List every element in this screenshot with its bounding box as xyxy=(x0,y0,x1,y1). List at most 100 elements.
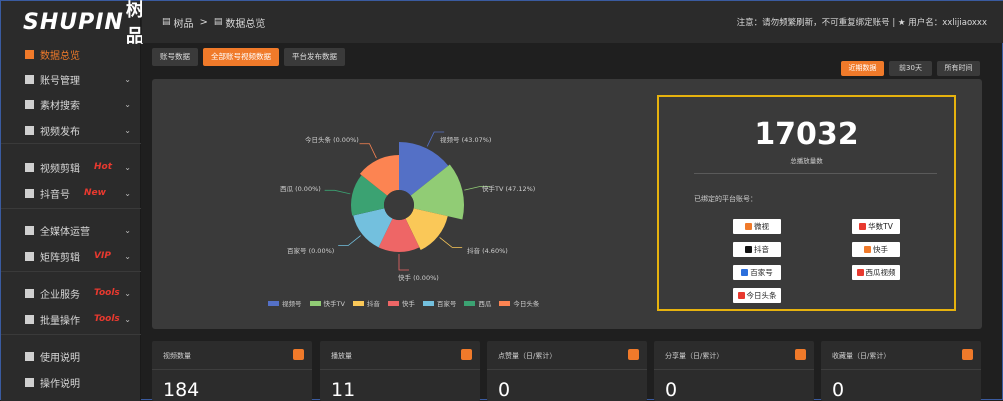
sidebar-item-tag: Tools xyxy=(94,288,120,298)
metric-card-plays: 播放量 11 xyxy=(320,341,480,401)
breadcrumb-current: 数据总览 xyxy=(225,18,266,30)
sidebar-item-label: 视频发布 xyxy=(40,126,80,138)
platform-badge-xigua[interactable]: 西瓜视频 xyxy=(852,265,900,280)
pie-svg xyxy=(324,131,490,271)
chevron-down-icon: ⌄ xyxy=(124,99,131,109)
pie-legend: 视频号 快手TV 抖音 快手 百家号 西瓜 今日头条 xyxy=(268,298,539,308)
sidebar-item[interactable]: 抖音号 New ⌄ xyxy=(1,182,141,204)
legend-label: 快手 xyxy=(401,300,415,308)
legend-item[interactable]: 抖音 xyxy=(352,298,380,308)
sidebar-item-label: 使用说明 xyxy=(40,352,80,364)
metric-card-videos: 视频数量 184 xyxy=(152,341,312,401)
chevron-down-icon: ⌄ xyxy=(124,162,131,172)
total-count: 17032 xyxy=(754,117,859,152)
sidebar-item-label: 账号管理 xyxy=(40,75,80,87)
platform-badge-kuaishou[interactable]: 快手 xyxy=(852,242,900,257)
metric-value: 184 xyxy=(163,379,200,401)
enterprise-icon xyxy=(25,288,34,298)
chevron-down-icon: ⌄ xyxy=(124,314,131,324)
tab-platform-data[interactable]: 平台发布数据 xyxy=(284,48,345,66)
pie-label-6: 今日头条 (0.00%) xyxy=(305,136,359,144)
legend-label: 快手TV xyxy=(323,300,345,308)
sidebar-item-label: 批量操作 xyxy=(40,315,80,327)
platform-badge-weishi[interactable]: 微视 xyxy=(733,219,781,234)
tab-account-data[interactable]: 账号数据 xyxy=(152,48,198,66)
sidebar: SHUPIN 树品 数据总览 账号管理 ⌄ 素材搜索 ⌄ 视频发布 ⌄ 视频剪辑 Hot ⌄ 抖音号… xyxy=(1,0,144,401)
legend-item[interactable]: 西瓜 xyxy=(464,298,491,308)
dashboard-icon xyxy=(25,49,34,59)
platform-name: 快手 xyxy=(873,245,888,254)
tab-all-video-data[interactable]: 全部账号视频数据 xyxy=(203,48,279,66)
sidebar-item[interactable]: 素材搜索 ⌄ xyxy=(1,93,141,115)
platform-badge-toutiao[interactable]: 今日头条 xyxy=(733,288,781,303)
app-frame: SHUPIN 树品 数据总览 账号管理 ⌄ 素材搜索 ⌄ 视频发布 ⌄ 视频剪辑 Hot ⌄ 抖音号… xyxy=(0,0,1003,401)
sidebar-item[interactable]: 操作说明 xyxy=(1,371,141,393)
legend-label: 今日头条 xyxy=(513,300,540,308)
sidebar-divider xyxy=(1,271,141,272)
legend-item[interactable]: 快手 xyxy=(387,298,415,308)
pie-leader-line xyxy=(359,143,377,159)
sidebar-divider xyxy=(1,334,141,335)
chevron-down-icon: ⌄ xyxy=(124,125,131,135)
kuaishou-icon xyxy=(864,246,871,253)
platform-badge-huashu[interactable]: 华数TV xyxy=(852,219,900,234)
sidebar-item[interactable]: 视频发布 ⌄ xyxy=(1,119,141,141)
home-icon: ▤ xyxy=(162,17,171,27)
sidebar-item[interactable]: 矩阵剪辑 VIP ⌄ xyxy=(1,245,141,267)
legend-item[interactable]: 今日头条 xyxy=(499,298,539,308)
metric-value: 11 xyxy=(331,379,356,401)
metric-title: 点赞量（日/累计） xyxy=(498,352,557,360)
sidebar-item[interactable]: 全媒体运营 ⌄ xyxy=(1,219,141,241)
sidebar-item-label: 素材搜索 xyxy=(40,100,80,112)
metric-value: 0 xyxy=(498,379,511,401)
range-30-days-button[interactable]: 前30天 xyxy=(889,61,932,76)
chevron-down-icon: ⌄ xyxy=(124,288,131,298)
sidebar-item-label: 数据总览 xyxy=(40,50,80,62)
card-divider xyxy=(320,369,480,370)
manual-icon xyxy=(25,377,34,387)
legend-item[interactable]: 百家号 xyxy=(422,298,456,308)
sidebar-item[interactable]: 使用说明 xyxy=(1,345,141,367)
range-all-time-button[interactable]: 所有时间 xyxy=(937,61,980,76)
batch-icon xyxy=(25,314,34,324)
platform-badge-baijiahao[interactable]: 百家号 xyxy=(733,265,781,280)
pie-leader-line xyxy=(439,237,463,248)
sidebar-item-label: 企业服务 xyxy=(40,289,80,301)
legend-label: 抖音 xyxy=(366,300,380,308)
account-icon xyxy=(25,74,34,84)
range-recent-button[interactable]: 近期数据 xyxy=(841,61,884,76)
sidebar-item[interactable]: 视频剪辑 Hot ⌄ xyxy=(1,156,141,178)
platform-badge-douyin[interactable]: 抖音 xyxy=(733,242,781,257)
media-icon xyxy=(25,225,34,235)
baijiahao-icon xyxy=(741,269,749,276)
chevron-down-icon: ⌄ xyxy=(124,188,131,198)
sidebar-item-tag: Hot xyxy=(94,162,113,172)
pie-label-5: 西瓜 (0.00%) xyxy=(280,185,321,193)
card-divider xyxy=(821,369,981,370)
pie-label-0: 视频号 (43.07%) xyxy=(440,136,492,144)
legend-item[interactable]: 视频号 xyxy=(268,298,302,308)
sidebar-item[interactable]: 账号管理 ⌄ xyxy=(1,68,141,90)
metric-badge-icon xyxy=(461,349,472,360)
legend-item[interactable]: 快手TV xyxy=(309,298,345,308)
sidebar-item-label: 操作说明 xyxy=(40,378,80,390)
sidebar-divider xyxy=(1,208,141,209)
pie-label-1: 快手TV (47.12%) xyxy=(482,185,536,193)
sidebar-item[interactable]: 批量操作 Tools ⌄ xyxy=(1,308,141,330)
platform-name: 今日头条 xyxy=(746,291,777,300)
metric-title: 分享量（日/累计） xyxy=(665,352,724,360)
sidebar-item[interactable]: 企业服务 Tools ⌄ xyxy=(1,282,141,304)
metric-badge-icon xyxy=(293,349,304,360)
platform-pie-chart: 视频号 (43.07%) 快手TV (47.12%) 抖音 (4.60%) 快手… xyxy=(152,79,632,329)
sidebar-item[interactable]: 数据总览 xyxy=(1,43,141,65)
search-icon xyxy=(25,99,34,109)
pie-leader-line xyxy=(398,254,409,271)
sidebar-item-tag: New xyxy=(84,188,106,198)
metric-card-likes: 点赞量（日/累计） 0 xyxy=(487,341,647,401)
total-count-label: 总播放量数 xyxy=(790,157,823,165)
breadcrumb-home[interactable]: 树品 xyxy=(174,15,194,30)
card-divider xyxy=(487,369,647,370)
chevron-down-icon: ⌄ xyxy=(124,251,131,261)
toutiao-icon xyxy=(737,292,745,299)
douyin-icon xyxy=(745,246,752,253)
